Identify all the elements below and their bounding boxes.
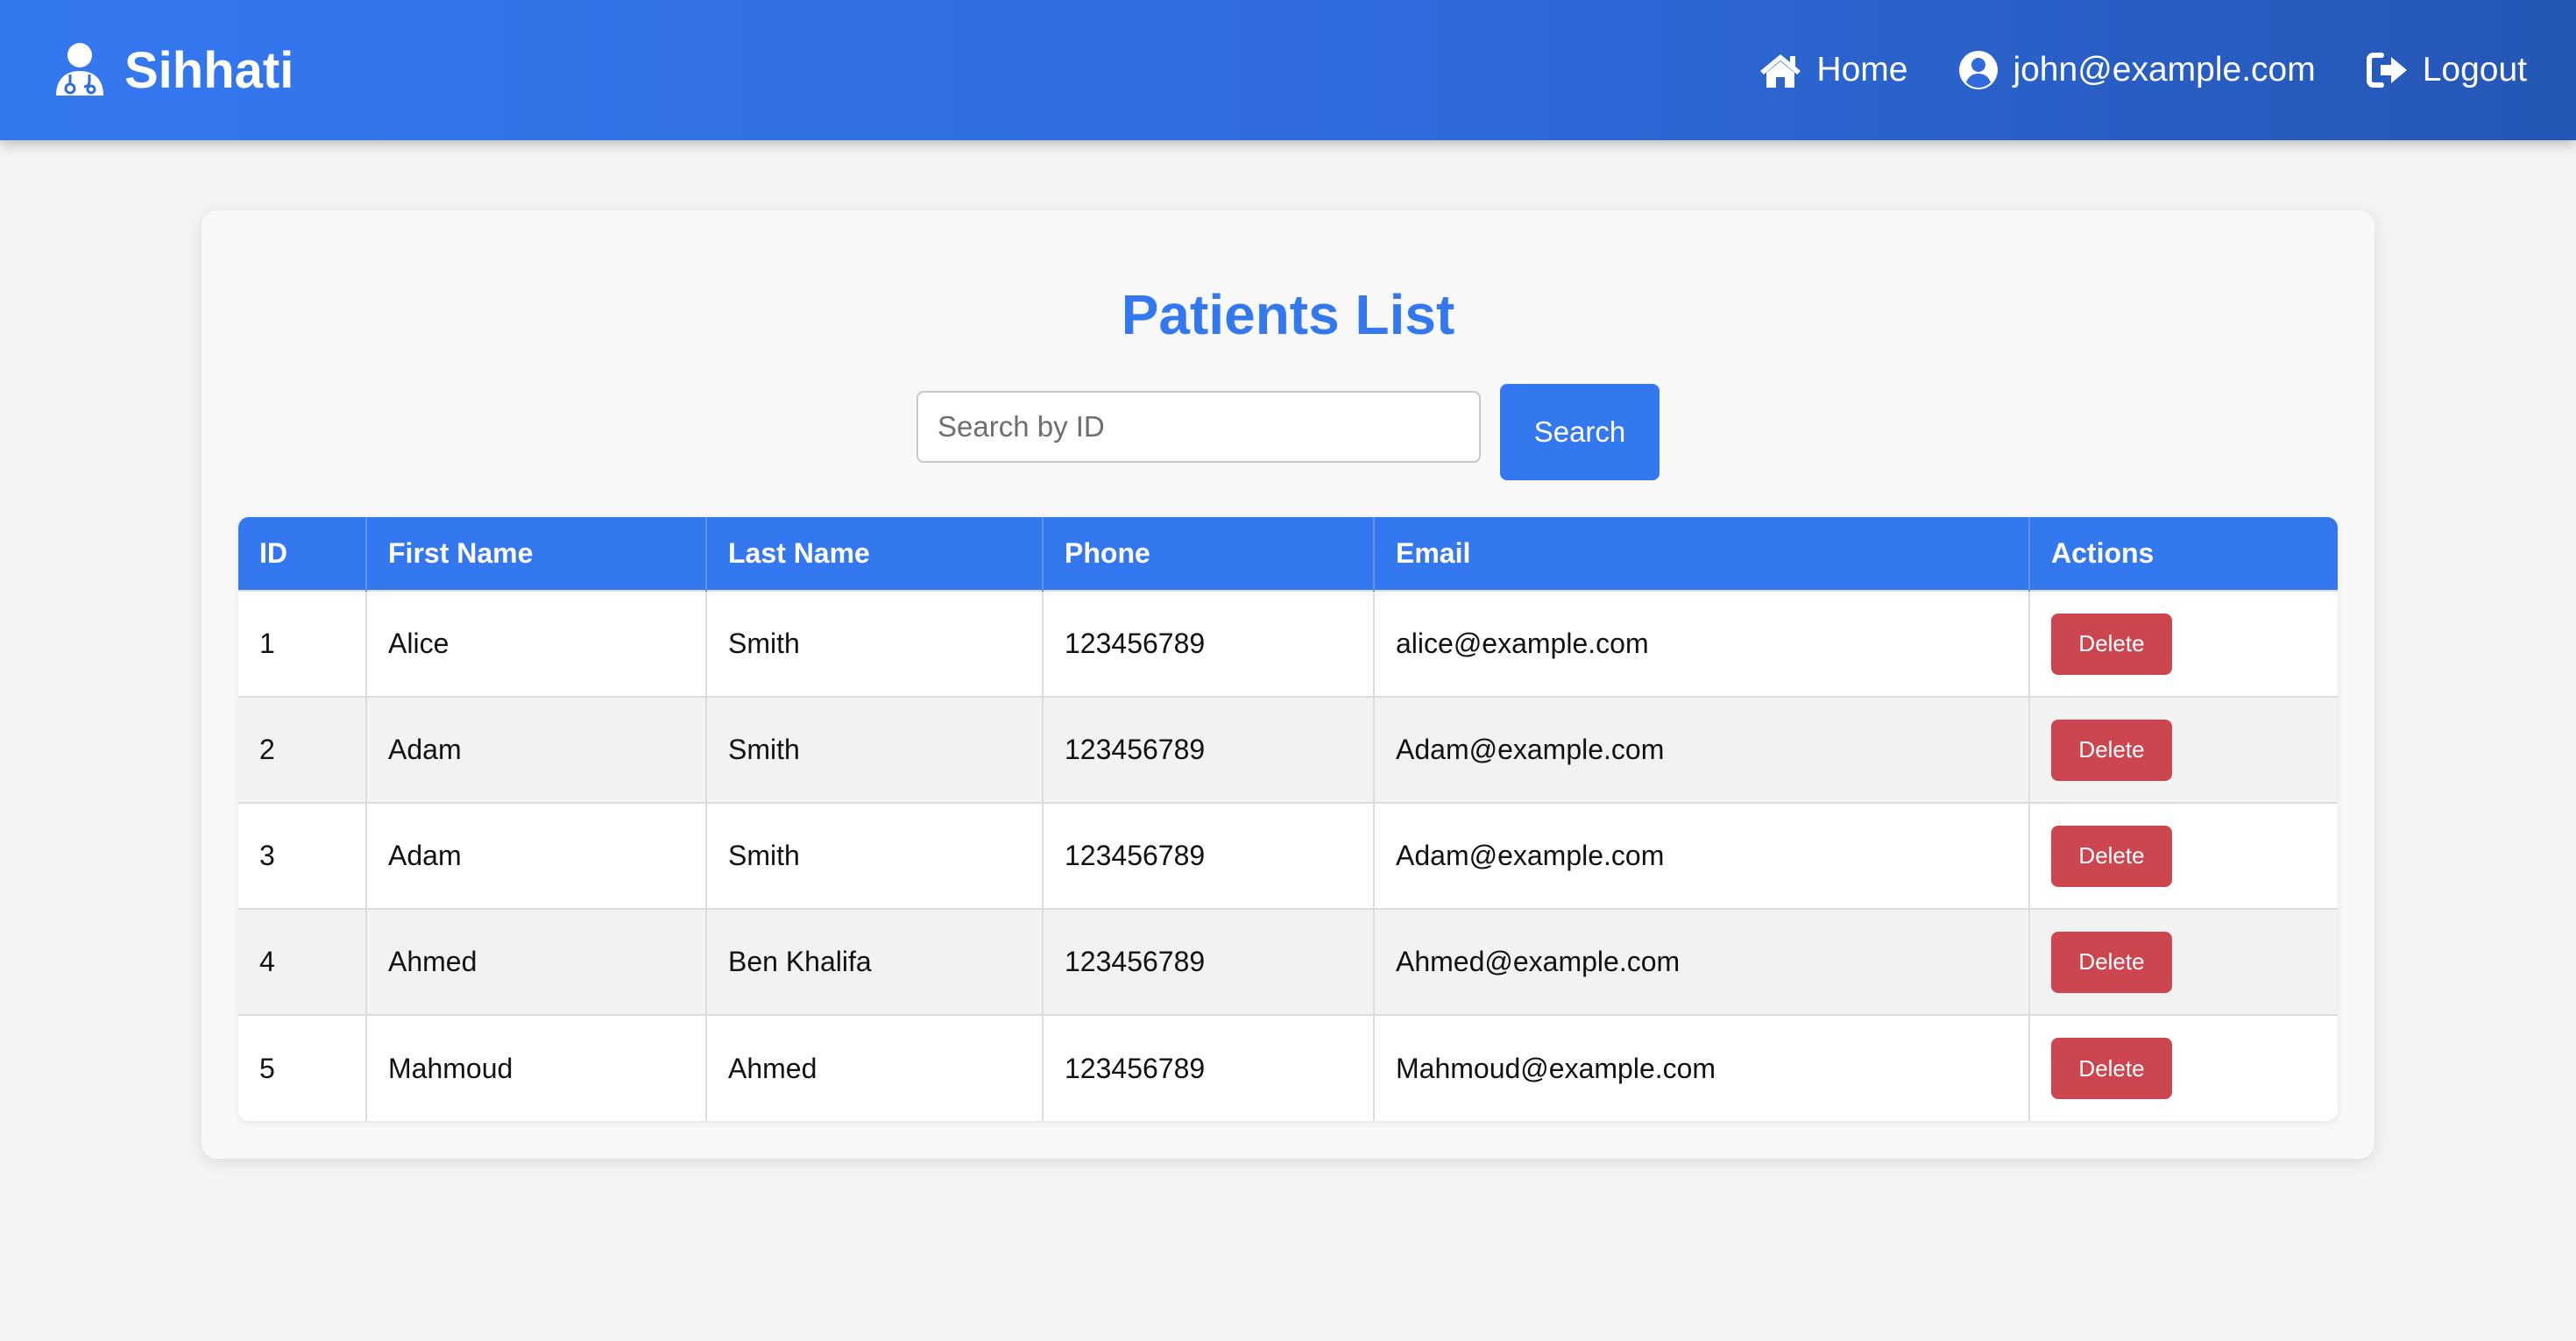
patients-table: ID First Name Last Name Phone Email Acti… bbox=[238, 517, 2338, 1121]
cell-first-name: Adam bbox=[366, 802, 707, 909]
cell-last-name: Ahmed bbox=[706, 1014, 1044, 1121]
table-row: 4 Ahmed Ben Khalifa 123456789 Ahmed@exam… bbox=[238, 908, 2338, 1015]
delete-button[interactable]: Delete bbox=[2051, 931, 2172, 993]
cell-id: 3 bbox=[238, 802, 367, 909]
column-header-first-name: First Name bbox=[366, 517, 707, 591]
cell-id: 5 bbox=[238, 1014, 367, 1121]
brand-name: Sihhati bbox=[124, 41, 294, 99]
cell-phone: 123456789 bbox=[1043, 696, 1375, 803]
cell-email: alice@example.com bbox=[1374, 590, 2030, 697]
cell-id: 1 bbox=[238, 590, 367, 697]
home-icon bbox=[1760, 54, 1801, 88]
navbar: Sihhati Home john@example.com Logout bbox=[0, 0, 2576, 140]
cell-actions: Delete bbox=[2029, 908, 2338, 1015]
delete-button[interactable]: Delete bbox=[2051, 719, 2172, 781]
cell-actions: Delete bbox=[2029, 802, 2338, 909]
table-row: 5 Mahmoud Ahmed 123456789 Mahmoud@exampl… bbox=[238, 1014, 2338, 1121]
cell-phone: 123456789 bbox=[1043, 802, 1375, 909]
cell-actions: Delete bbox=[2029, 590, 2338, 697]
table-row: 3 Adam Smith 123456789 Adam@example.com … bbox=[238, 802, 2338, 909]
nav-logout-label: Logout bbox=[2422, 51, 2527, 89]
cell-id: 4 bbox=[238, 908, 367, 1015]
table-row: 2 Adam Smith 123456789 Adam@example.com … bbox=[238, 696, 2338, 803]
column-header-id: ID bbox=[238, 517, 367, 591]
column-header-email: Email bbox=[1374, 517, 2030, 591]
cell-first-name: Alice bbox=[366, 590, 707, 697]
cell-email: Ahmed@example.com bbox=[1374, 908, 2030, 1015]
column-header-last-name: Last Name bbox=[706, 517, 1044, 591]
nav-links: Home john@example.com Logout bbox=[1759, 50, 2527, 90]
search-bar: Search bbox=[0, 384, 2576, 480]
nav-user-link[interactable]: john@example.com bbox=[1958, 50, 2316, 90]
cell-email: Adam@example.com bbox=[1374, 802, 2030, 909]
cell-first-name: Mahmoud bbox=[366, 1014, 707, 1121]
cell-last-name: Smith bbox=[706, 696, 1044, 803]
cell-email: Adam@example.com bbox=[1374, 696, 2030, 803]
cell-first-name: Ahmed bbox=[366, 908, 707, 1015]
cell-last-name: Smith bbox=[706, 590, 1044, 697]
cell-actions: Delete bbox=[2029, 1014, 2338, 1121]
cell-phone: 123456789 bbox=[1043, 908, 1375, 1015]
doctor-icon bbox=[56, 43, 103, 96]
search-input[interactable] bbox=[916, 391, 1481, 463]
brand[interactable]: Sihhati bbox=[53, 41, 294, 100]
logout-icon bbox=[2366, 53, 2407, 88]
user-circle-icon bbox=[1959, 51, 1999, 89]
delete-button[interactable]: Delete bbox=[2051, 1038, 2172, 1099]
column-header-phone: Phone bbox=[1043, 517, 1375, 591]
search-button[interactable]: Search bbox=[1500, 384, 1660, 480]
page-title: Patients List bbox=[1121, 283, 1455, 346]
cell-id: 2 bbox=[238, 696, 367, 803]
delete-button[interactable]: Delete bbox=[2051, 613, 2172, 675]
table-row: 1 Alice Smith 123456789 alice@example.co… bbox=[238, 590, 2338, 697]
nav-user-label: john@example.com bbox=[2013, 51, 2316, 89]
cell-actions: Delete bbox=[2029, 696, 2338, 803]
cell-last-name: Smith bbox=[706, 802, 1044, 909]
delete-button[interactable]: Delete bbox=[2051, 825, 2172, 887]
nav-home-link[interactable]: Home bbox=[1759, 51, 1907, 89]
nav-home-label: Home bbox=[1816, 51, 1908, 89]
cell-phone: 123456789 bbox=[1043, 1014, 1375, 1121]
table-header-row: ID First Name Last Name Phone Email Acti… bbox=[238, 517, 2338, 591]
cell-email: Mahmoud@example.com bbox=[1374, 1014, 2030, 1121]
cell-first-name: Adam bbox=[366, 696, 707, 803]
nav-logout-link[interactable]: Logout bbox=[2366, 51, 2527, 89]
cell-phone: 123456789 bbox=[1043, 590, 1375, 697]
cell-last-name: Ben Khalifa bbox=[706, 908, 1044, 1015]
column-header-actions: Actions bbox=[2029, 517, 2338, 591]
